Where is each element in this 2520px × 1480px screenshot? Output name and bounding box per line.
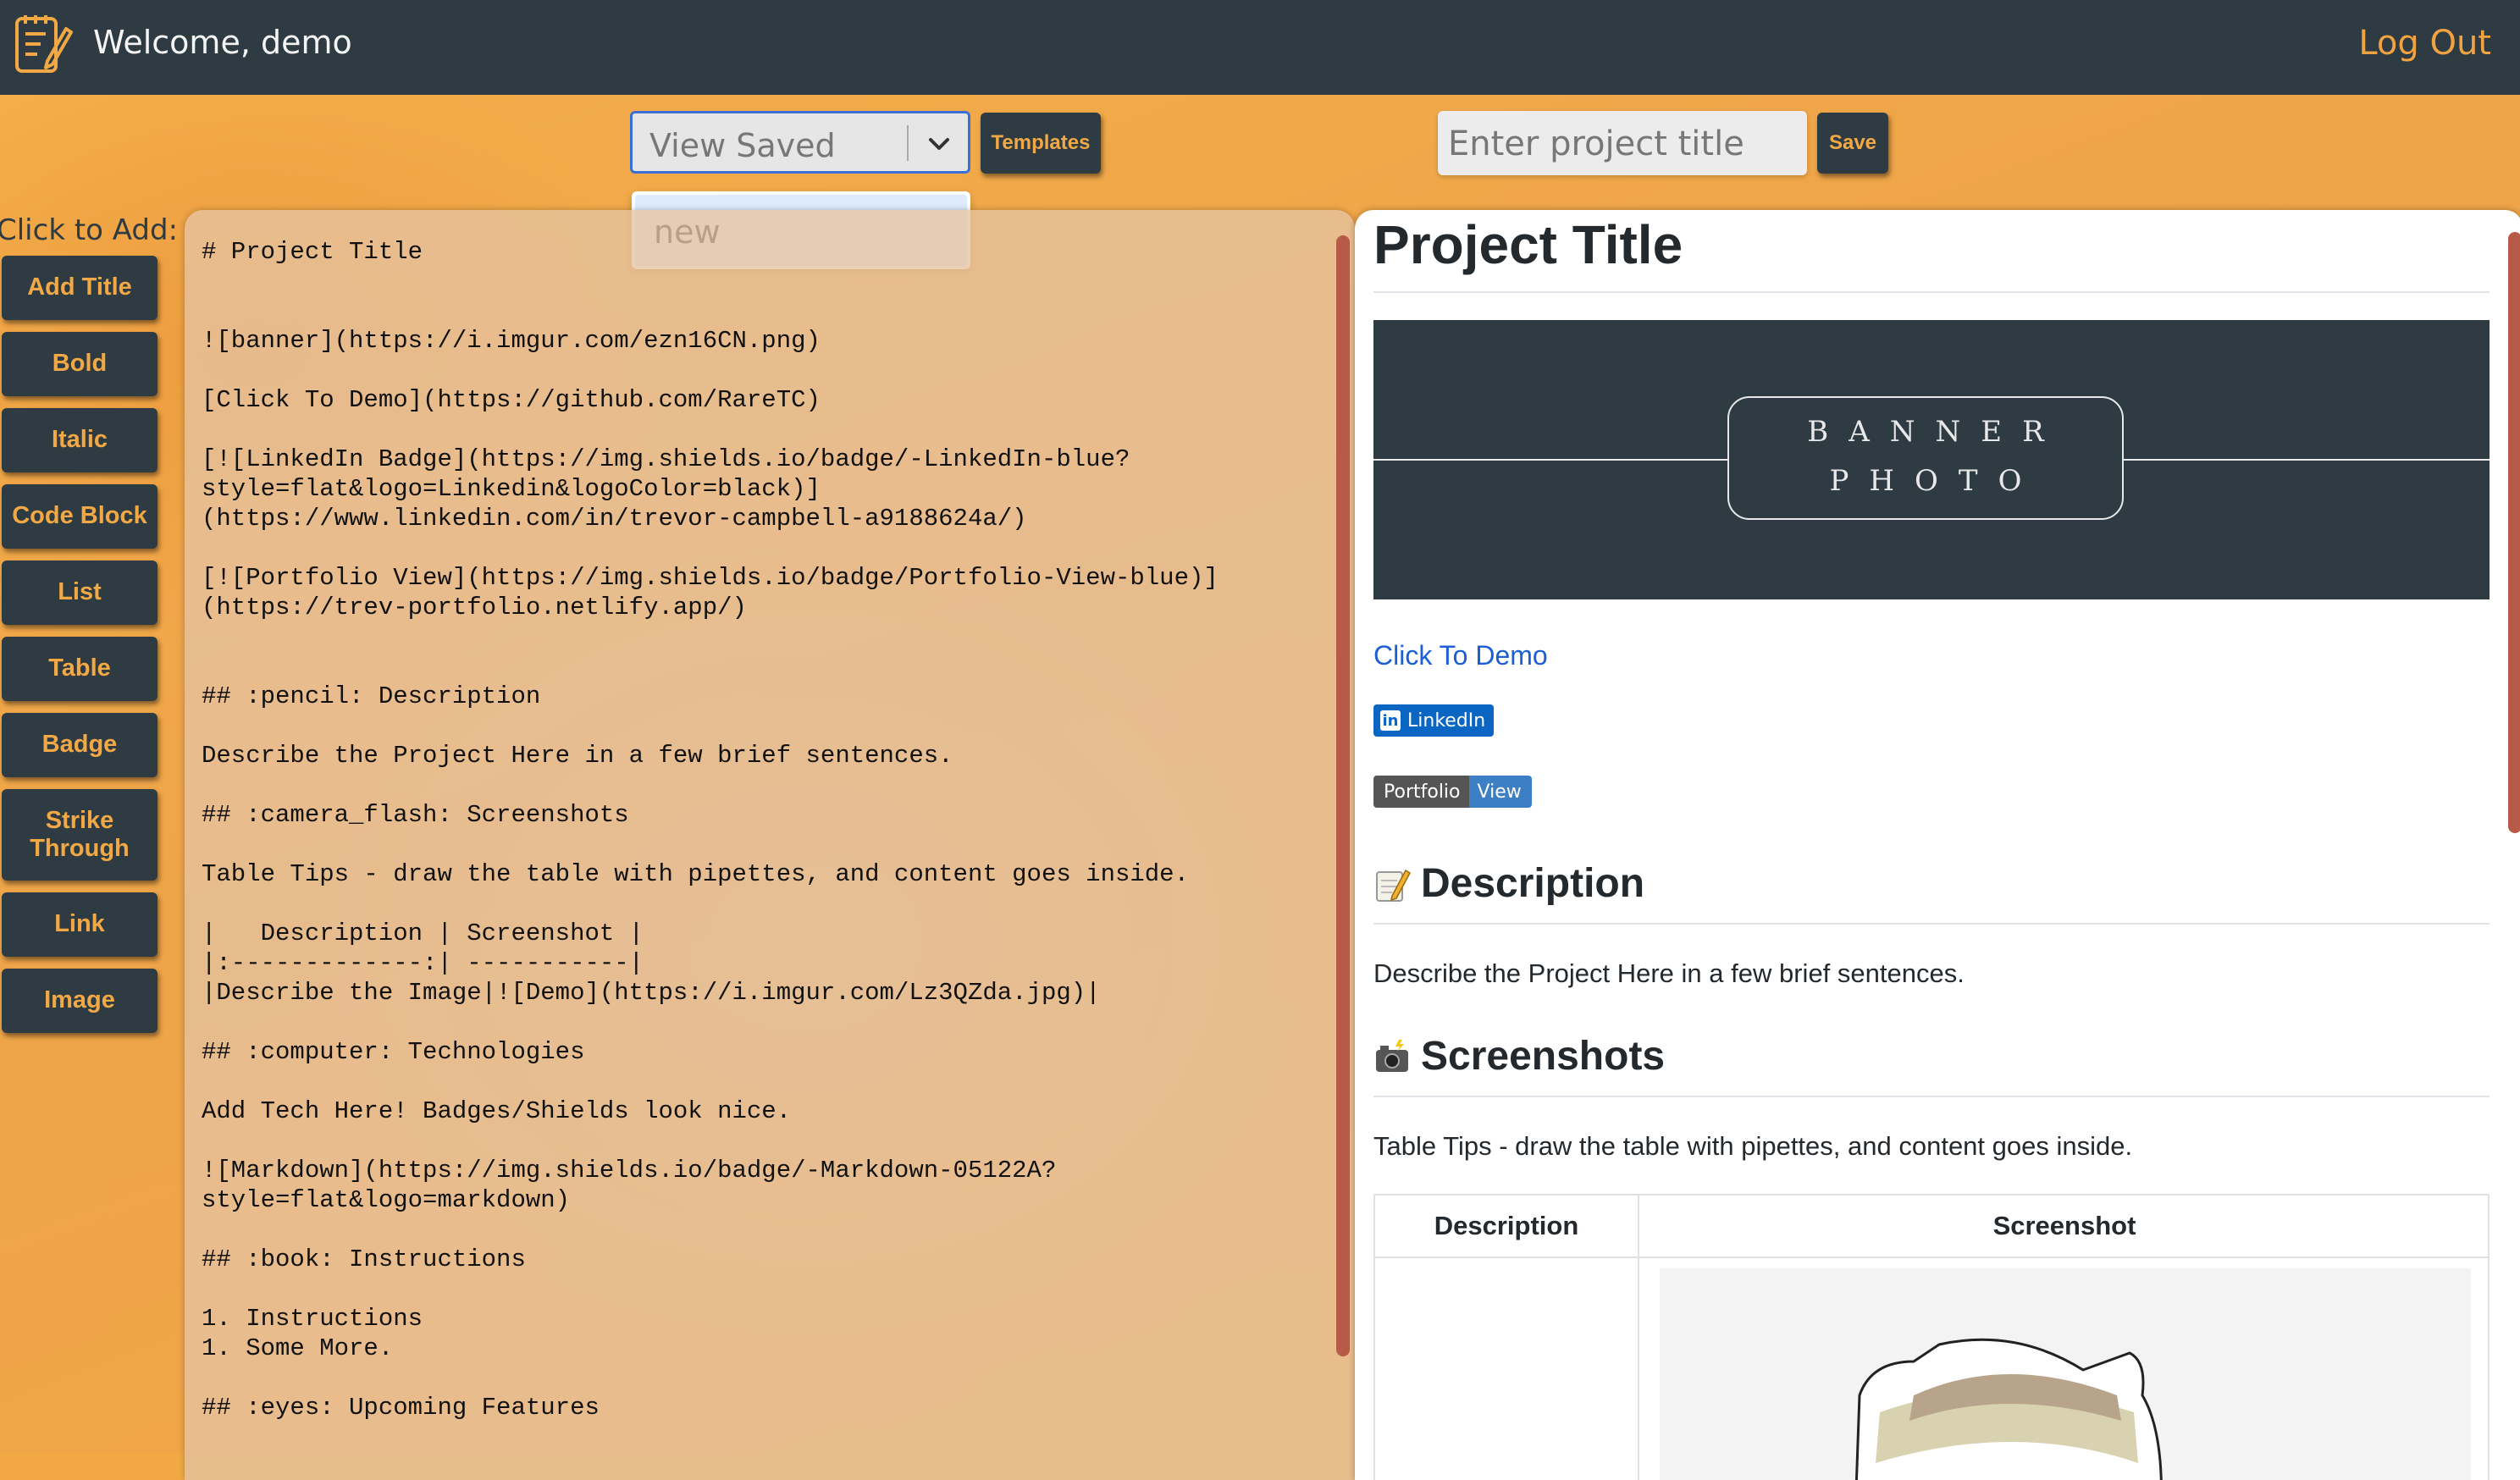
description-heading-text: Description (1421, 861, 1645, 906)
table-header-screenshot: Screenshot (1992, 1211, 2136, 1240)
pencil-memo-icon (1376, 869, 1411, 902)
portfolio-badge-right: View (1468, 776, 1532, 808)
save-button[interactable]: Save (1817, 113, 1888, 174)
screenshot-illustration (1854, 1338, 2163, 1480)
description-divider (1373, 923, 2490, 925)
banner-frame: BANNER PHOTO (1727, 396, 2124, 520)
project-title-input[interactable]: Enter project title (1438, 111, 1807, 175)
description-heading: Description (1373, 860, 1644, 907)
banner-text-line2: PHOTO (1829, 464, 2042, 498)
sidebar-heading: Click to Add: (0, 213, 179, 247)
markdown-editor[interactable]: # Project Title ![banner](https://i.imgu… (185, 210, 1355, 1480)
title-placeholder: Enter project title (1448, 124, 1744, 163)
add-title-button[interactable]: Add Title (2, 256, 158, 320)
table-header-description: Description (1375, 1196, 1639, 1256)
markdown-preview: Project Title BANNER PHOTO Click To Demo… (1355, 210, 2520, 1480)
table-header-divider (1375, 1256, 2490, 1258)
screenshot-image (1660, 1268, 2471, 1480)
logout-link[interactable]: Log Out (2358, 24, 2491, 63)
screenshots-table: Description Screenshot (1373, 1194, 2490, 1480)
camera-flash-icon (1376, 1039, 1408, 1072)
linkedin-badge[interactable]: in LinkedIn (1373, 704, 1495, 737)
italic-button[interactable]: Italic (2, 408, 158, 472)
banner-line-right (2122, 459, 2490, 461)
portfolio-badge[interactable]: Portfolio View (1373, 776, 1532, 808)
badge-button[interactable]: Badge (2, 713, 158, 777)
screenshots-heading: Screenshots (1373, 1033, 1665, 1080)
linkedin-icon: in (1380, 710, 1401, 731)
edit-document-icon (15, 15, 73, 73)
strike-through-button[interactable]: Strike Through (2, 789, 158, 881)
bold-button[interactable]: Bold (2, 332, 158, 396)
top-bar: Welcome, demo Log Out (0, 0, 2520, 95)
banner-line-left (1373, 459, 1729, 461)
editor-scrollbar[interactable] (1336, 235, 1350, 1356)
description-text: Describe the Project Here in a few brief… (1373, 958, 1965, 988)
select-divider (907, 125, 909, 161)
image-button[interactable]: Image (2, 969, 158, 1033)
screenshots-divider (1373, 1096, 2490, 1097)
templates-button[interactable]: Templates (981, 113, 1101, 174)
portfolio-badge-left: Portfolio (1373, 776, 1469, 808)
editor-content[interactable]: # Project Title ![banner](https://i.imgu… (202, 237, 1319, 1422)
screenshots-heading-text: Screenshots (1421, 1034, 1666, 1079)
chevron-down-icon[interactable] (920, 125, 958, 163)
preview-scrollbar[interactable] (2508, 232, 2520, 833)
banner-text-line1: BANNER (1807, 415, 2064, 449)
code-block-button[interactable]: Code Block (2, 484, 158, 549)
table-button[interactable]: Table (2, 637, 158, 701)
welcome-text: Welcome, demo (93, 24, 352, 61)
screenshots-text: Table Tips - draw the table with pipette… (1373, 1131, 2133, 1161)
demo-link[interactable]: Click To Demo (1373, 640, 1548, 671)
table-column-divider (1638, 1258, 1639, 1480)
view-saved-select[interactable]: View Saved (630, 111, 970, 174)
preview-title: Project Title (1373, 214, 1683, 275)
banner-image: BANNER PHOTO (1373, 320, 2490, 599)
list-button[interactable]: List (2, 561, 158, 625)
link-button[interactable]: Link (2, 892, 158, 957)
select-value: View Saved (649, 127, 836, 164)
title-divider (1373, 291, 2490, 293)
linkedin-badge-label: LinkedIn (1407, 710, 1486, 732)
